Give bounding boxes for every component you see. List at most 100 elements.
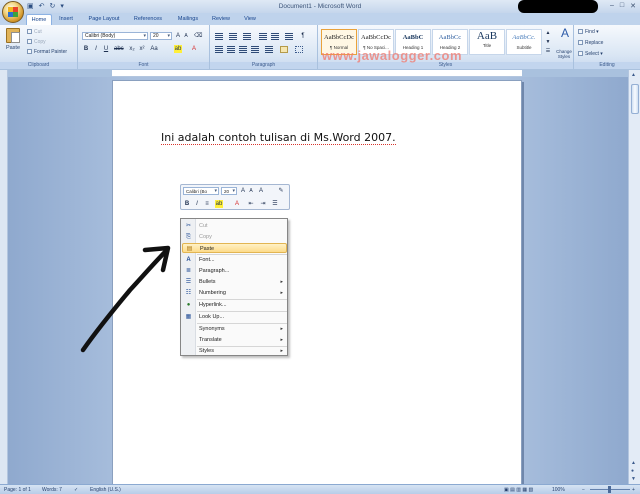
tab-references[interactable]: References: [130, 14, 166, 25]
tab-review[interactable]: Review: [208, 14, 234, 25]
menu-item-styles[interactable]: Styles ▸: [182, 346, 287, 356]
zoom-level[interactable]: 100%: [552, 487, 565, 493]
find-button[interactable]: Find ▾: [578, 29, 599, 35]
mini-font-size-combo[interactable]: 20: [221, 187, 237, 195]
bullets-icon[interactable]: [215, 33, 223, 40]
mini-grow-font-icon[interactable]: A: [239, 187, 247, 195]
tab-insert[interactable]: Insert: [55, 14, 77, 25]
subscript-icon[interactable]: x₂: [128, 45, 136, 53]
close-button[interactable]: ✕: [630, 2, 636, 10]
menu-item-cut[interactable]: ✂ Cut: [182, 221, 287, 231]
grow-font-icon[interactable]: A: [174, 32, 182, 40]
page-count[interactable]: Page: 1 of 1: [4, 487, 31, 493]
mini-bullets-icon[interactable]: ☰: [271, 200, 279, 208]
zoom-out-icon[interactable]: −: [582, 487, 585, 493]
brush-icon: [27, 49, 32, 55]
replace-button[interactable]: Replace: [578, 40, 603, 46]
mini-increase-indent-icon[interactable]: ⇥: [259, 200, 267, 208]
cut-button[interactable]: Cut: [27, 29, 42, 35]
menu-item-paragraph[interactable]: ≣ Paragraph...: [182, 266, 287, 276]
change-styles-button[interactable]: Change Styles: [554, 49, 574, 59]
menu-item-paste[interactable]: ▤ Paste: [182, 243, 287, 253]
mini-bold-icon[interactable]: B: [183, 200, 191, 208]
mini-font-name-combo[interactable]: Calibri (Bo: [183, 187, 219, 195]
font-name-combo[interactable]: Calibri (Body): [82, 32, 148, 40]
word-count[interactable]: Words: 7: [42, 487, 62, 493]
strikethrough-icon[interactable]: abc: [114, 45, 124, 53]
format-painter-button[interactable]: Format Painter: [27, 49, 67, 55]
menu-item-translate[interactable]: Translate ▸: [182, 335, 287, 345]
menu-item-numbering[interactable]: ☷ Numbering ▸: [182, 288, 287, 298]
font-size-combo[interactable]: 20: [150, 32, 172, 40]
clear-formatting-icon[interactable]: ⌫: [194, 32, 202, 40]
menu-item-font[interactable]: A Font...: [182, 255, 287, 265]
document-text[interactable]: Ini adalah contoh tulisan di Ms.Word 200…: [161, 131, 396, 145]
multilevel-list-icon[interactable]: [243, 33, 251, 40]
mini-format-painter-icon[interactable]: ✎: [277, 187, 285, 195]
paste-button[interactable]: Paste: [3, 28, 23, 51]
superscript-icon[interactable]: x²: [138, 45, 146, 53]
shrink-font-icon[interactable]: A: [182, 32, 190, 40]
underline-icon[interactable]: U: [102, 45, 110, 53]
submenu-arrow-icon: ▸: [280, 290, 283, 296]
italic-icon[interactable]: I: [92, 45, 100, 53]
scroll-up-icon[interactable]: ▲: [631, 72, 636, 78]
style-subtitle[interactable]: AaBbCc. Subtitle: [506, 29, 542, 55]
borders-icon[interactable]: [295, 46, 303, 53]
numbering-icon[interactable]: [229, 33, 237, 40]
bold-icon[interactable]: B: [82, 45, 90, 53]
menu-item-look-up[interactable]: ▦ Look Up...: [182, 312, 287, 322]
paste-label: Paste: [5, 45, 21, 51]
sort-icon[interactable]: [285, 33, 293, 40]
highlight-icon[interactable]: ab: [174, 45, 182, 53]
menu-item-bullets[interactable]: ☰ Bullets ▸: [182, 277, 287, 287]
tab-page-layout[interactable]: Page Layout: [84, 14, 124, 25]
menu-item-copy[interactable]: ⎘ Copy: [182, 232, 287, 242]
language-indicator[interactable]: English (U.S.): [90, 487, 121, 493]
mini-shrink-font-icon[interactable]: A: [247, 187, 255, 195]
shading-icon[interactable]: [280, 46, 288, 53]
mini-center-icon[interactable]: ≡: [203, 200, 211, 208]
mini-toolbar: Calibri (Bo 20 A A A ✎ B I ≡ ab A ⇤ ⇥ ☰: [180, 184, 290, 210]
increase-indent-icon[interactable]: [271, 33, 279, 40]
center-icon[interactable]: [227, 46, 235, 53]
align-right-icon[interactable]: [239, 46, 247, 53]
office-button[interactable]: [2, 1, 24, 23]
line-spacing-icon[interactable]: [265, 46, 273, 53]
show-formatting-icon[interactable]: ¶: [299, 32, 307, 40]
mini-highlight-icon[interactable]: ab: [215, 200, 223, 208]
zoom-slider-thumb[interactable]: [608, 486, 611, 493]
styles-scroll-up-icon[interactable]: ▲: [544, 29, 552, 37]
scroll-thumb[interactable]: [631, 84, 639, 114]
tab-mailings[interactable]: Mailings: [173, 14, 203, 25]
next-page-icon[interactable]: ▼: [631, 476, 636, 482]
minimize-button[interactable]: –: [610, 2, 614, 10]
mini-italic-icon[interactable]: I: [193, 200, 201, 208]
change-styles-icon: A: [560, 26, 569, 40]
menu-item-synonyms[interactable]: Synonyms ▸: [182, 324, 287, 334]
styles-more-icon[interactable]: ☰: [544, 47, 552, 55]
proofing-icon[interactable]: ✓: [74, 487, 78, 493]
copy-icon: ⎘: [186, 234, 191, 240]
mini-styles-icon[interactable]: A: [257, 187, 265, 195]
browse-object-icon[interactable]: ●: [631, 468, 634, 474]
vertical-scrollbar[interactable]: ▲ ▲ ● ▼: [628, 70, 640, 484]
tab-home[interactable]: Home: [26, 14, 52, 25]
mini-font-color-icon[interactable]: A: [233, 200, 241, 208]
view-buttons[interactable]: ▣ ▤ ▥ ▦ ▧: [504, 487, 533, 493]
style-title[interactable]: AaB Title: [469, 29, 505, 55]
tab-view[interactable]: View: [240, 14, 260, 25]
maximize-button[interactable]: □: [620, 2, 624, 10]
align-left-icon[interactable]: [215, 46, 223, 53]
select-button[interactable]: Select ▾: [578, 51, 603, 57]
styles-scroll-down-icon[interactable]: ▼: [544, 38, 552, 46]
font-color-icon[interactable]: A: [190, 45, 198, 53]
change-case-icon[interactable]: Aa: [150, 45, 158, 53]
mini-decrease-indent-icon[interactable]: ⇤: [247, 200, 255, 208]
decrease-indent-icon[interactable]: [259, 33, 267, 40]
justify-icon[interactable]: [251, 46, 259, 53]
menu-item-hyperlink[interactable]: ● Hyperlink...: [182, 300, 287, 310]
copy-button[interactable]: Copy: [27, 39, 46, 45]
zoom-in-icon[interactable]: +: [632, 487, 635, 493]
prev-page-icon[interactable]: ▲: [631, 460, 636, 466]
